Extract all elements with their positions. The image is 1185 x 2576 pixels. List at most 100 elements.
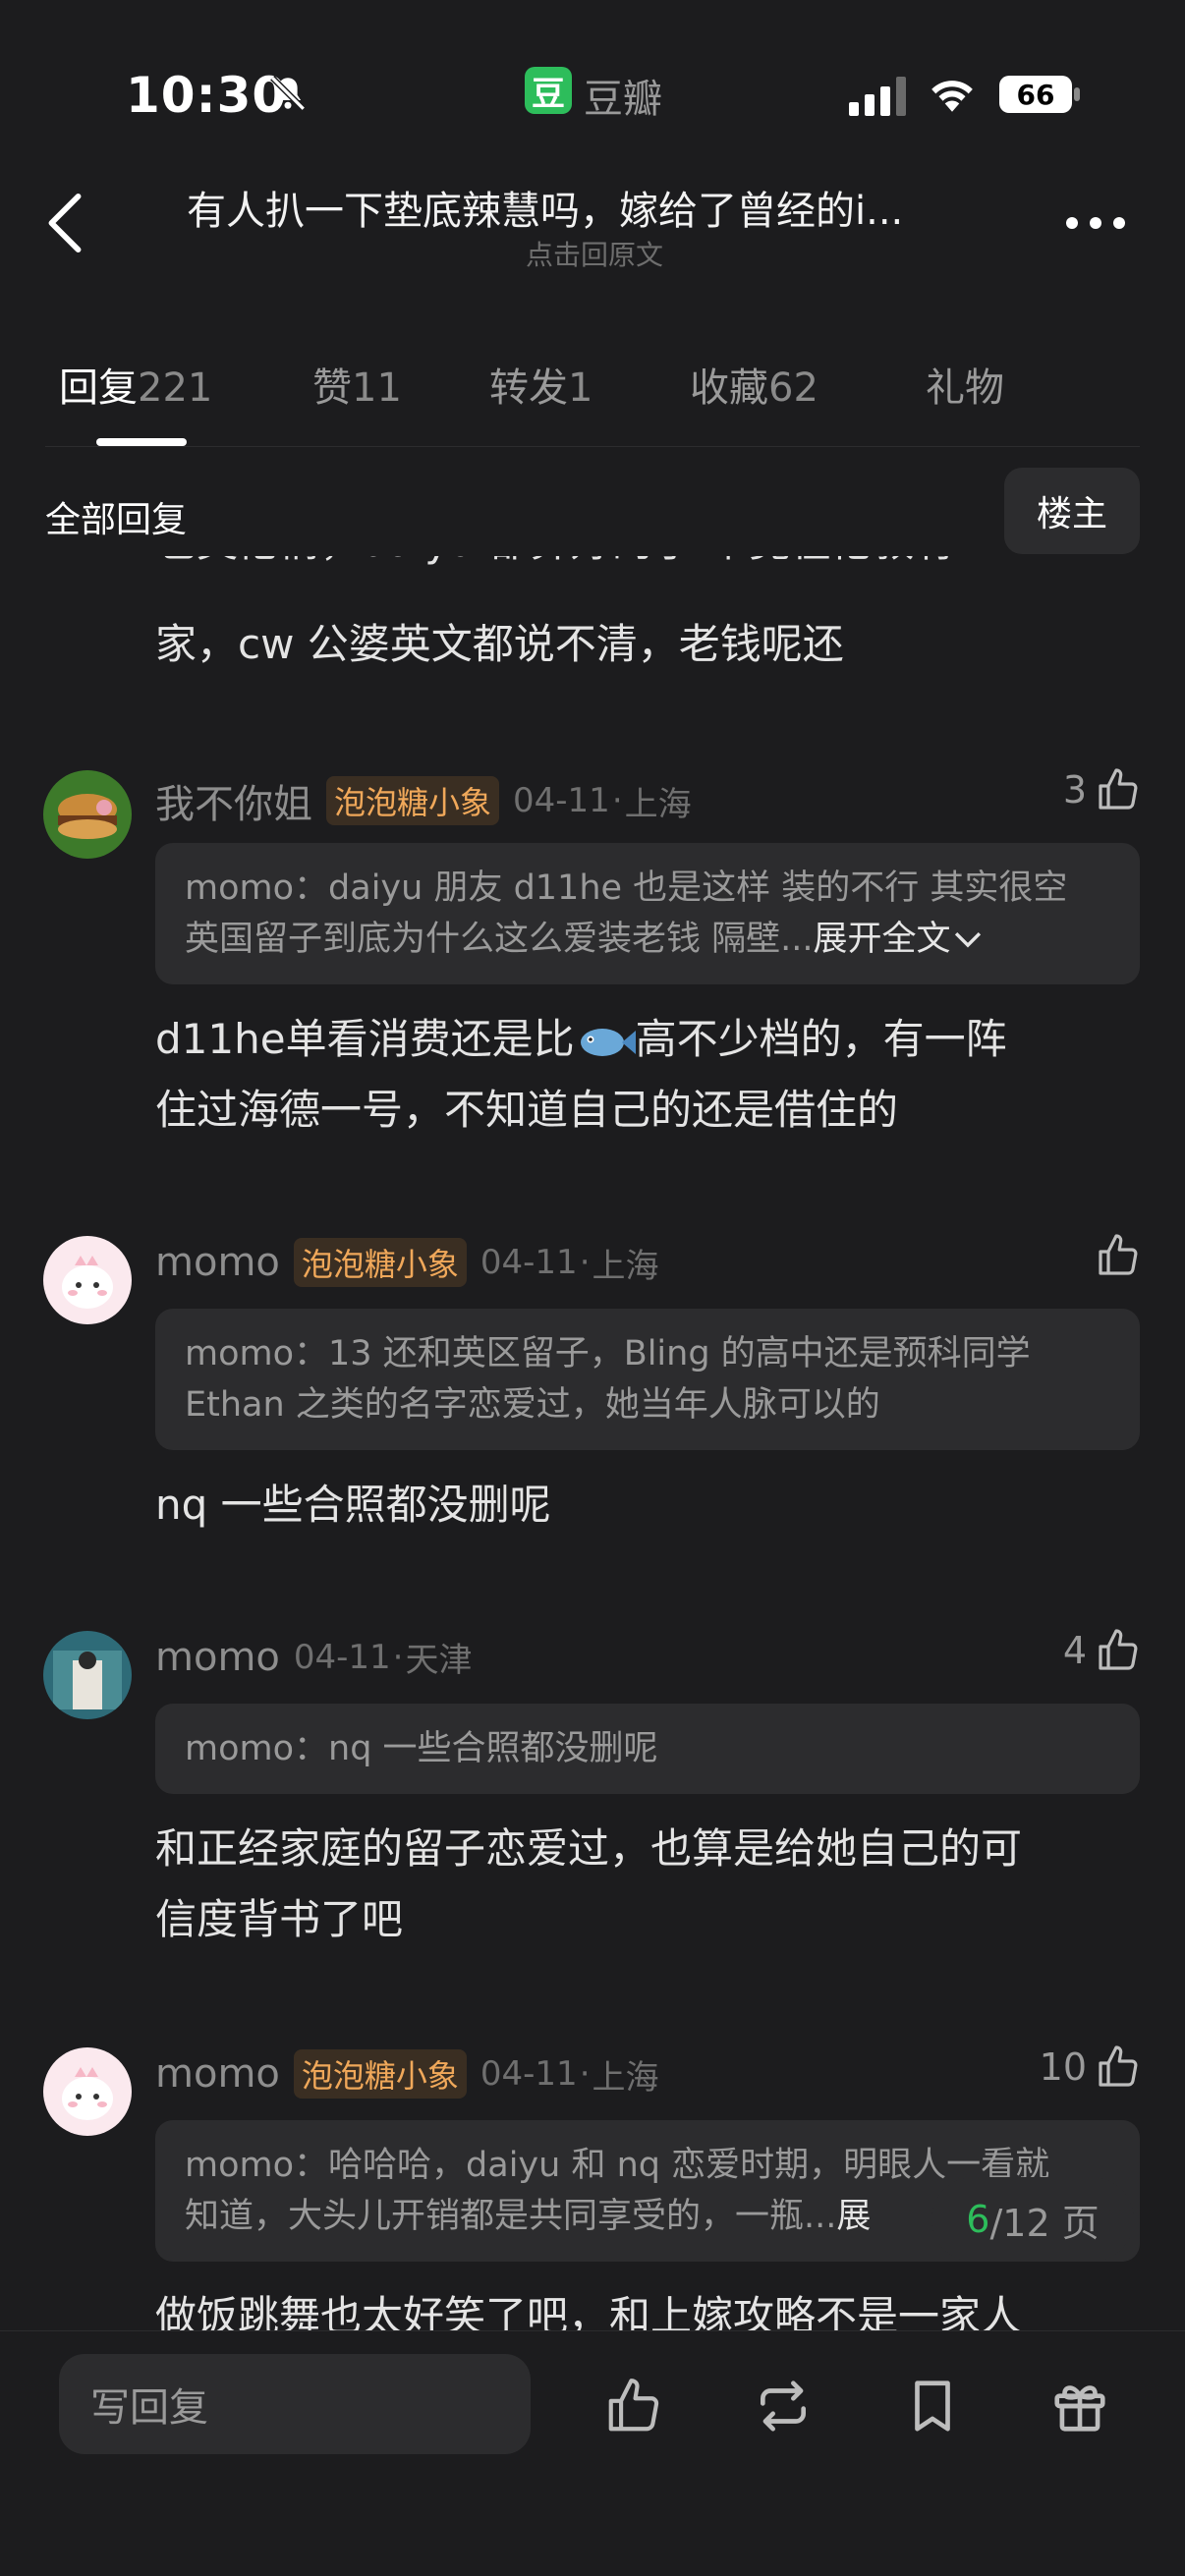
tab-label: 转发 — [489, 365, 568, 411]
battery-level: 66 — [1016, 78, 1055, 111]
post-title[interactable]: 有人扒一下垫底辣慧吗，嫁给了曾经的i... — [187, 179, 1002, 236]
active-tab-indicator — [96, 438, 187, 446]
quote-author: momo： — [185, 868, 329, 908]
quoted-reply[interactable]: momo：daiyu 朋友 d11he 也是这样 装的不行 其实很空 英国留子到… — [155, 843, 1140, 984]
like-count: 3 — [1062, 768, 1087, 812]
comment-meta: momo 泡泡糖小象 04-11 · 上海 — [155, 2049, 659, 2099]
comment-date: 04-11 — [480, 1243, 578, 1282]
tab-label: 收藏 — [690, 365, 768, 411]
like-post-icon[interactable] — [603, 2376, 664, 2436]
quote-author: momo： — [185, 2146, 329, 2185]
like-button[interactable]: 3 — [1063, 766, 1142, 813]
expand-full-text-link[interactable]: 展 — [836, 2197, 871, 2236]
like-button[interactable]: 10 — [1040, 2044, 1142, 2091]
username[interactable]: 我不你姐 — [155, 772, 312, 829]
meta-separator: · — [579, 1243, 591, 1282]
like-button[interactable] — [1095, 1232, 1142, 1279]
comment-date: 04-11 — [480, 2054, 578, 2094]
comment-text: 信度背书了吧 — [155, 1895, 404, 1943]
tab-count: 1 — [568, 365, 593, 411]
quoted-reply[interactable]: momo：nq 一些合照都没删呢 — [155, 1704, 1140, 1794]
username[interactable]: momo — [155, 1240, 280, 1285]
comment-meta: momo 泡泡糖小象 04-11 · 上海 — [155, 1238, 659, 1287]
like-count: 10 — [1039, 2045, 1087, 2089]
quote-text: nq 一些合照都没删呢 — [328, 1729, 658, 1768]
app-name: 豆瓣 — [584, 77, 662, 122]
reply-input[interactable]: 写回复 — [59, 2354, 531, 2454]
user-avatar[interactable] — [43, 770, 132, 859]
comment-text: 住过海德一号，不知道自己的还是借住的 — [155, 1086, 899, 1134]
quote-text: 知道，大头儿开销都是共同享受的，一瓶... — [185, 2197, 837, 2236]
tab-count: 62 — [768, 365, 818, 411]
meta-separator: · — [392, 1637, 404, 1677]
user-avatar[interactable] — [43, 2047, 132, 2136]
chevron-down-icon — [954, 931, 981, 948]
like-count: 4 — [1062, 1629, 1087, 1672]
quote-text: 13 还和英区留子，Bling 的高中还是预科同学 — [328, 1334, 1031, 1373]
tab-reshares[interactable]: 转发1 — [489, 356, 592, 413]
battery-indicator: 66 — [998, 75, 1081, 114]
comment-location: 上海 — [592, 2057, 659, 2098]
tab-label: 回复 — [59, 365, 138, 411]
page-indicator[interactable]: 6/12 页 — [931, 2177, 1134, 2262]
expand-full-text-link[interactable]: 展开全文 — [814, 920, 951, 959]
quote-text: 英国留子到底为什么这么爱装老钱 隔壁... — [185, 920, 814, 959]
comment-date: 04-11 — [513, 781, 610, 820]
quote-text: 哈哈哈，daiyu 和 nq 恋爱时期，明眼人一看就 — [328, 2146, 1050, 2185]
meta-separator: · — [579, 2054, 591, 2094]
tab-gifts[interactable]: 礼物 — [926, 356, 1004, 413]
user-badge: 泡泡糖小象 — [293, 2049, 467, 2099]
thumbs-up-icon — [1099, 2045, 1138, 2087]
quoted-reply[interactable]: momo：13 还和英区留子，Bling 的高中还是预科同学 Ethan 之类的… — [155, 1309, 1140, 1450]
all-replies-heading: 全部回复 — [45, 500, 188, 540]
thumbs-up-icon — [1099, 768, 1138, 810]
tab-label: 礼物 — [926, 365, 1004, 411]
username[interactable]: momo — [155, 1635, 280, 1680]
comment-location: 天津 — [405, 1641, 473, 1680]
current-page: 6 — [966, 2198, 990, 2241]
divider — [45, 446, 1140, 447]
comment-location: 上海 — [592, 1246, 659, 1286]
repost-icon[interactable] — [753, 2376, 814, 2436]
like-button[interactable]: 4 — [1063, 1627, 1142, 1674]
tab-likes[interactable]: 赞11 — [312, 356, 402, 413]
tab-count: 11 — [352, 365, 402, 411]
user-avatar[interactable] — [43, 1631, 132, 1719]
wifi-icon — [931, 81, 973, 112]
comment-text: d11he单看消费还是比 — [155, 1015, 575, 1063]
bell-muted-icon — [270, 76, 306, 111]
tab-replies[interactable]: 回复221 — [59, 356, 212, 413]
status-time: 10:30 — [126, 67, 288, 124]
fish-emoji-icon — [580, 1028, 636, 1056]
quote-text: Ethan 之类的名字恋爱过，她当年人脉可以的 — [185, 1385, 880, 1425]
comment-text: 高不少档的，有一阵 — [635, 1015, 1007, 1063]
back-arrow-icon[interactable] — [43, 193, 86, 253]
gift-icon[interactable] — [1049, 2376, 1110, 2436]
op-only-button[interactable]: 楼主 — [1004, 468, 1140, 554]
comment-body: nq 一些合照都没删呢 — [155, 1481, 551, 1529]
user-badge: 泡泡糖小象 — [293, 1238, 467, 1287]
total-pages: /12 页 — [989, 2201, 1100, 2245]
user-avatar[interactable] — [43, 1236, 132, 1324]
partial-comment-line: 家，cw 公婆英文都说不清，老钱呢还 — [155, 620, 844, 668]
douban-app-icon: 豆 — [525, 67, 572, 114]
cellular-signal-icon — [849, 77, 906, 116]
quote-author: momo： — [185, 1729, 329, 1768]
partial-comment-line: 也英伦情，daiyu 都算好的了 毕竟在伦敦有 — [155, 556, 955, 578]
comment-date: 04-11 — [293, 1637, 391, 1677]
comment-body: 和正经家庭的留子恋爱过，也算是给她自己的可 信度背书了吧 — [155, 1814, 1022, 1955]
bookmark-icon[interactable] — [902, 2376, 963, 2436]
comment-meta: momo 04-11 · 天津 — [155, 1633, 472, 1681]
tab-label: 赞 — [312, 365, 352, 411]
tab-collections[interactable]: 收藏62 — [690, 356, 818, 413]
user-badge: 泡泡糖小象 — [326, 776, 500, 825]
more-options-icon[interactable] — [1063, 208, 1128, 238]
thumbs-up-icon — [1099, 1234, 1138, 1275]
meta-separator: · — [611, 781, 623, 820]
thumbs-up-icon — [1099, 1629, 1138, 1670]
tab-count: 221 — [138, 365, 213, 411]
back-to-post-link[interactable]: 点击回原文 — [187, 234, 1002, 273]
quote-author: momo： — [185, 1334, 329, 1373]
comment-meta: 我不你姐 泡泡糖小象 04-11 · 上海 — [155, 772, 692, 829]
username[interactable]: momo — [155, 2051, 280, 2097]
